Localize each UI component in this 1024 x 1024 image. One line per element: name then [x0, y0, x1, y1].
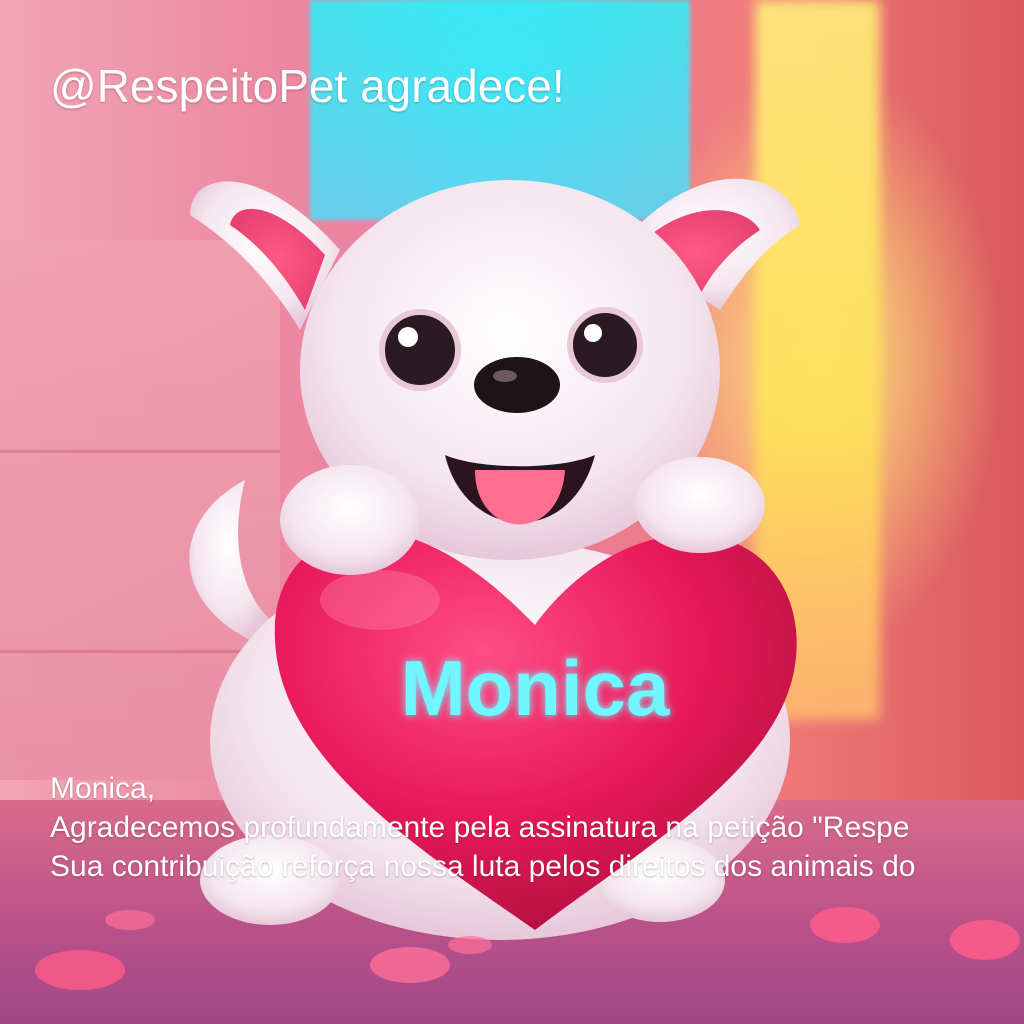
page-title: @RespeitoPet agradece!	[50, 60, 565, 112]
message-line-2: Sua contribuição reforça nossa luta pelo…	[50, 850, 916, 883]
puppy-tail	[189, 480, 270, 640]
puppy-right-paw	[635, 457, 765, 553]
message-line-1: Agradecemos profundamente pela assinatur…	[50, 811, 910, 844]
puppy-left-paw	[280, 465, 420, 575]
puppy-nose	[474, 357, 560, 413]
floor-petal	[950, 920, 1020, 960]
image-canvas: Monica @RespeitoPet agradece! Monica, Ag…	[0, 0, 1024, 1024]
floor-petal	[370, 947, 450, 983]
floor-petal	[35, 950, 125, 990]
floor-petal	[448, 936, 492, 954]
message-greeting: Monica,	[50, 772, 156, 805]
floor-petal	[810, 907, 880, 943]
floor-petal	[105, 910, 155, 930]
heart-name-text: Monica	[401, 644, 670, 732]
